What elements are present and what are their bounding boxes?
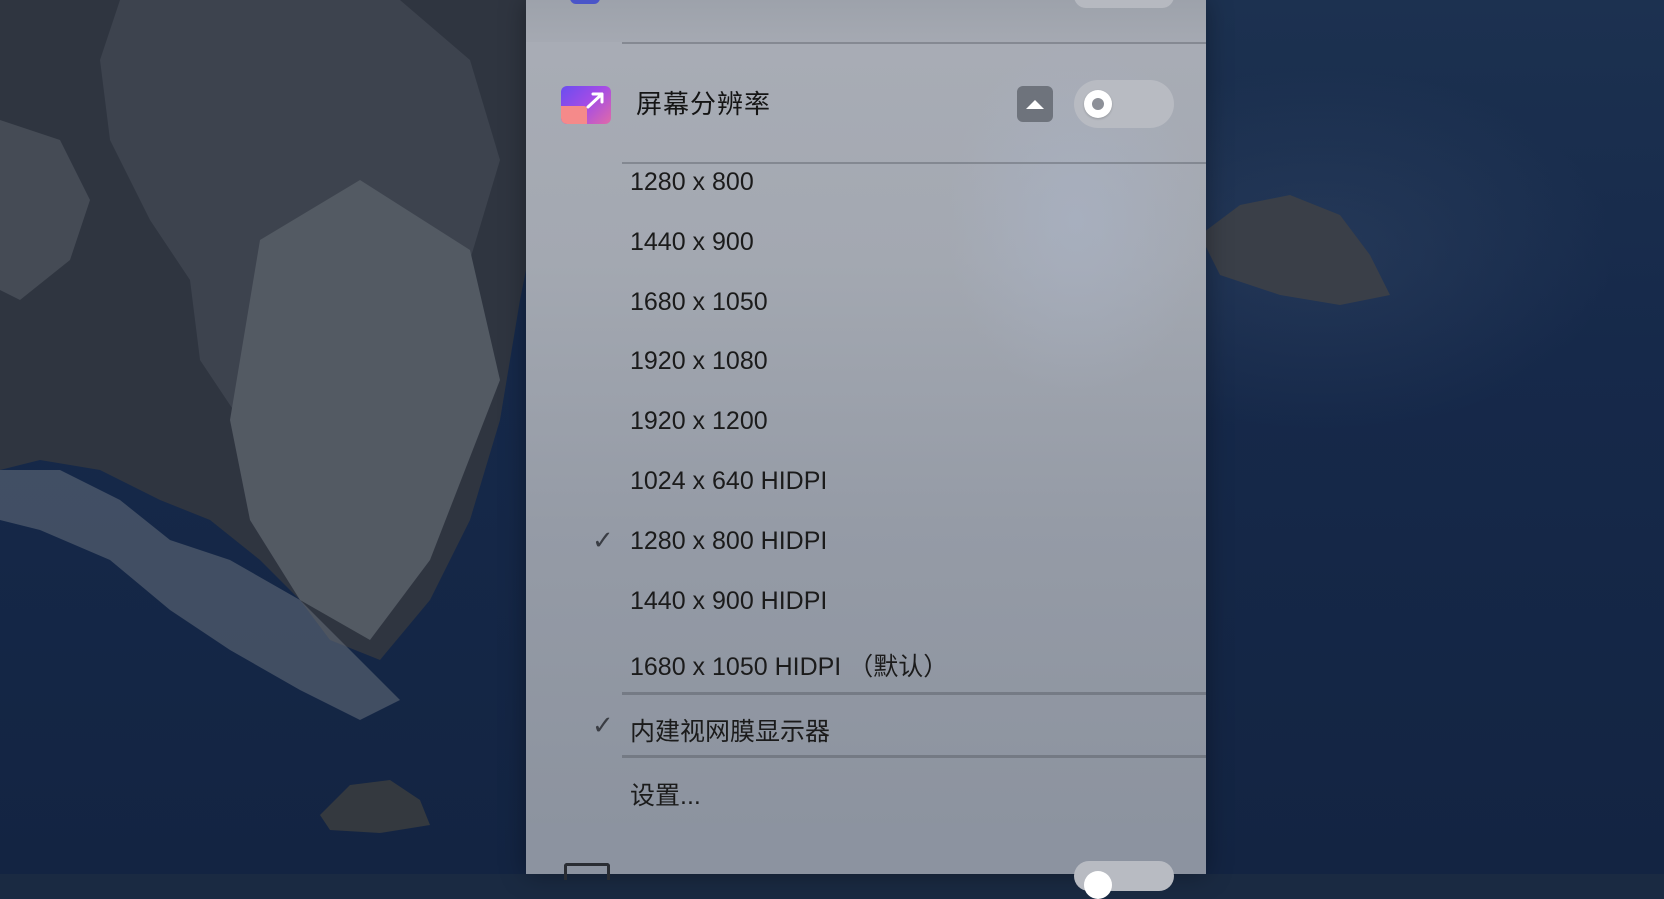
settings-item[interactable]: 设置... bbox=[526, 764, 1206, 820]
toggle-fragment[interactable] bbox=[1074, 0, 1174, 8]
resolution-item[interactable]: 1920 x 1200 bbox=[526, 395, 1206, 451]
resolution-label: 1440 x 900 bbox=[630, 228, 754, 256]
resolution-label: 1280 x 800 HIDPI bbox=[630, 527, 828, 555]
toggle-knob bbox=[1084, 871, 1112, 899]
resolution-label: 1680 x 1050 bbox=[630, 288, 768, 316]
resolution-item[interactable]: ✓ 1280 x 800 HIDPI bbox=[526, 515, 1206, 571]
resolution-label: 1024 x 640 HIDPI bbox=[630, 467, 828, 495]
separator bbox=[622, 755, 1206, 758]
display-item-builtin-retina[interactable]: ✓ 内建视网膜显示器 bbox=[526, 700, 1206, 756]
menu-title: 屏幕分辨率 bbox=[636, 89, 772, 119]
checkmark-icon: ✓ bbox=[592, 525, 614, 555]
separator bbox=[622, 692, 1206, 695]
screen-resolution-header[interactable]: 屏幕分辨率 bbox=[526, 44, 1206, 162]
resolution-item[interactable]: 1280 x 800 bbox=[526, 156, 1206, 212]
wallpaper-rock bbox=[1200, 195, 1390, 305]
resolution-item[interactable]: 1920 x 1080 bbox=[526, 335, 1206, 391]
app-icon-shape bbox=[561, 106, 587, 124]
previous-row-fragment bbox=[526, 0, 1206, 42]
next-row-fragment bbox=[526, 823, 1206, 899]
collapse-button[interactable] bbox=[1017, 86, 1053, 122]
settings-label: 设置... bbox=[630, 782, 701, 810]
display-label: 内建视网膜显示器 bbox=[630, 718, 831, 746]
display-icon-fragment bbox=[564, 863, 610, 880]
resolution-menu-panel: 屏幕分辨率 1280 x 800 1440 x 900 1680 x 1050 192… bbox=[526, 0, 1206, 899]
resolution-item[interactable]: 1680 x 1050 HIDPI （默认） bbox=[526, 635, 1206, 691]
enable-toggle[interactable] bbox=[1074, 80, 1174, 128]
wallpaper-cliff bbox=[0, 0, 560, 720]
toggle-fragment[interactable] bbox=[1074, 861, 1174, 899]
resolution-label: 1680 x 1050 HIDPI （默认） bbox=[630, 653, 949, 681]
resolution-label: 1920 x 1200 bbox=[630, 407, 768, 435]
screen-resolution-app-icon bbox=[561, 86, 611, 124]
resolution-item[interactable]: 1440 x 900 bbox=[526, 216, 1206, 272]
app-icon-fragment bbox=[570, 0, 600, 4]
resolution-item[interactable]: 1440 x 900 HIDPI bbox=[526, 575, 1206, 631]
resolution-item[interactable]: 1680 x 1050 bbox=[526, 276, 1206, 332]
resolution-label: 1920 x 1080 bbox=[630, 347, 768, 375]
resolution-label: 1280 x 800 bbox=[630, 168, 754, 196]
arrow-up-right-icon bbox=[586, 92, 604, 109]
resolution-item[interactable]: 1024 x 640 HIDPI bbox=[526, 455, 1206, 511]
chevron-up-icon bbox=[1026, 99, 1044, 109]
resolution-label: 1440 x 900 HIDPI bbox=[630, 587, 828, 615]
toggle-knob bbox=[1084, 90, 1112, 118]
wallpaper-rock-small bbox=[320, 780, 430, 833]
checkmark-icon: ✓ bbox=[592, 710, 614, 740]
